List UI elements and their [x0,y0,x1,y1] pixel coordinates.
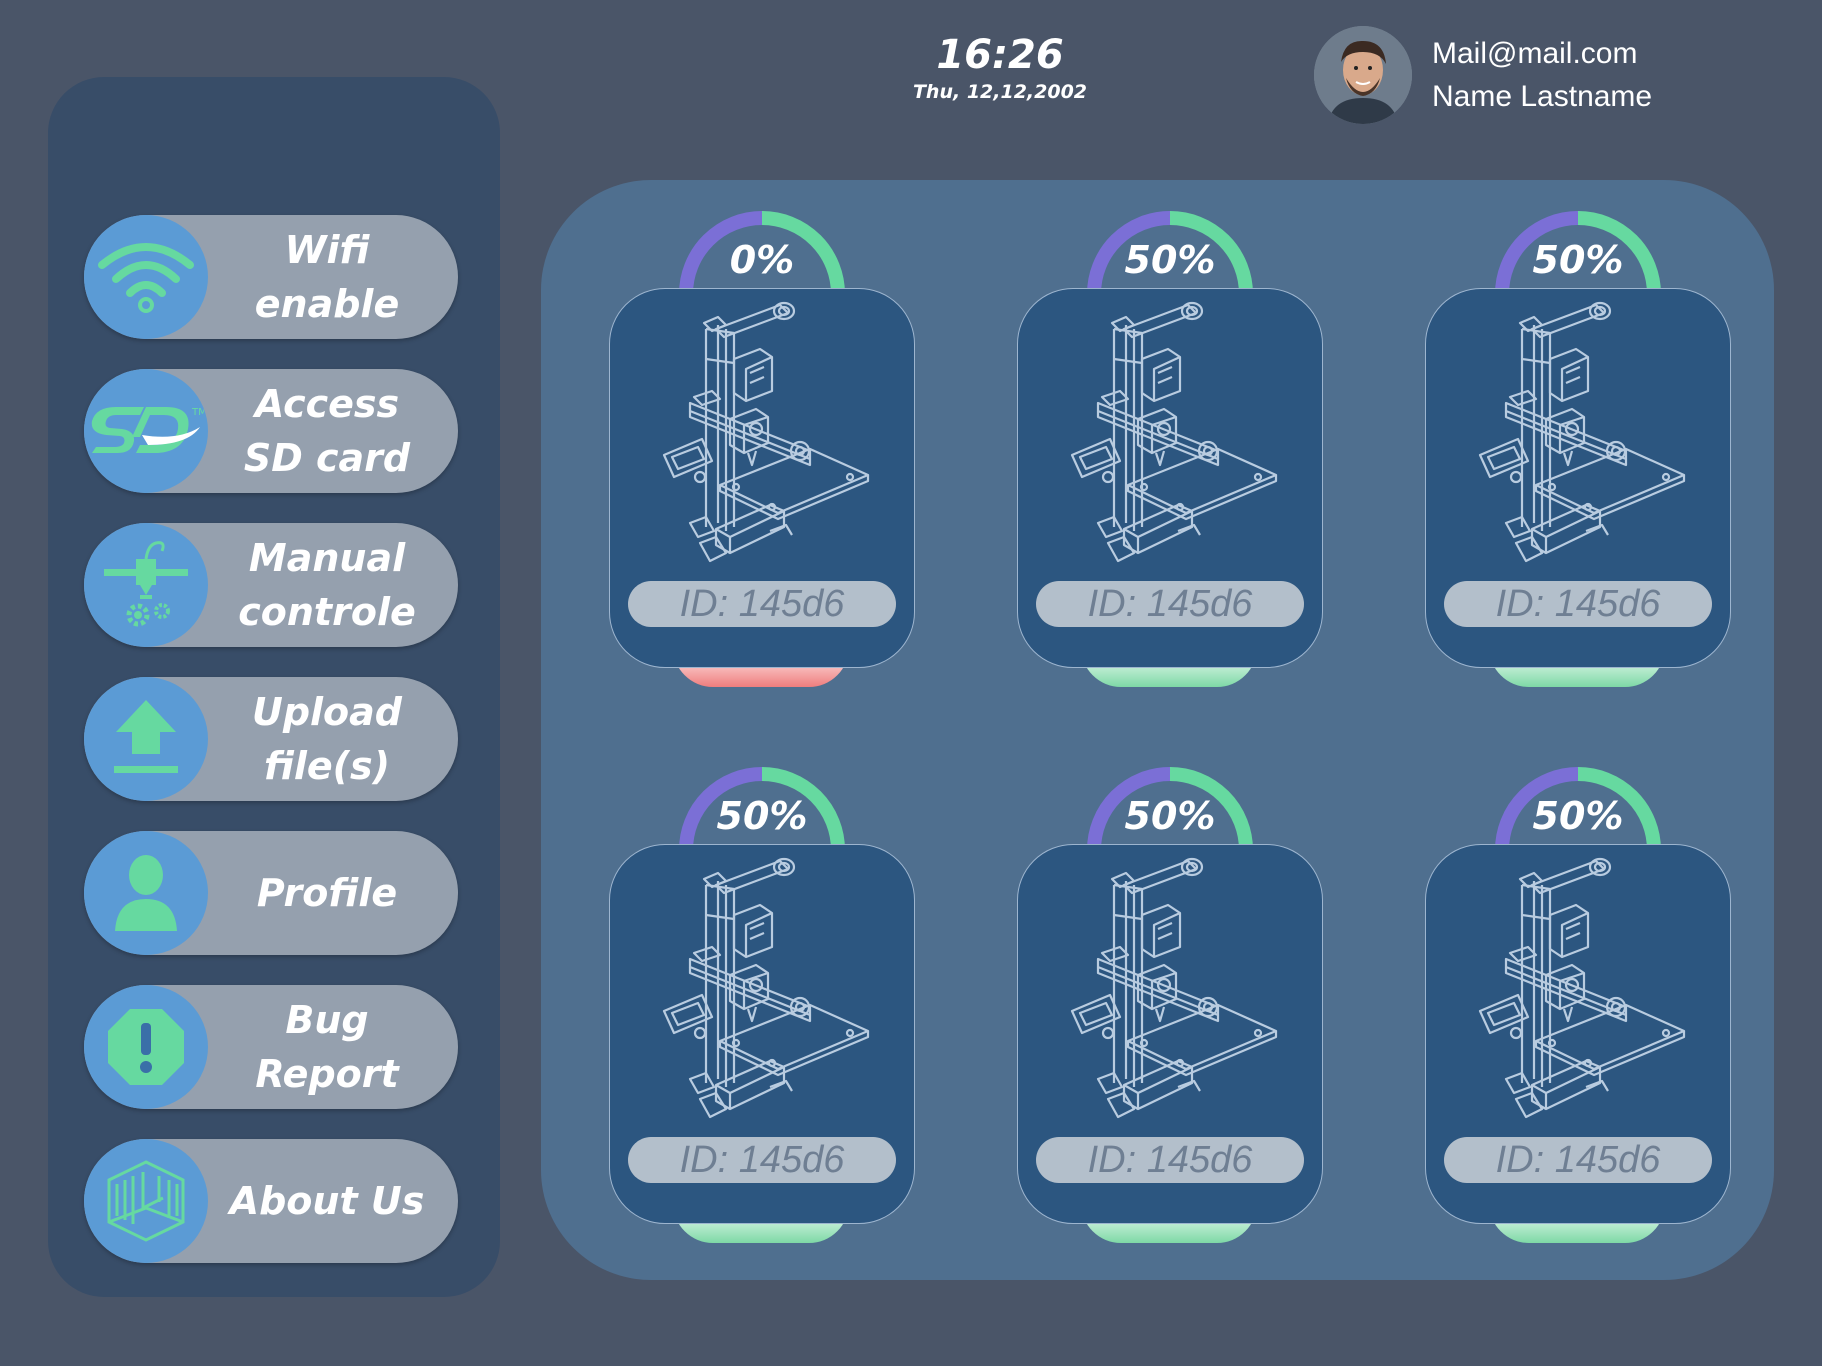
printer-card-5[interactable]: 50% ID: 145d6 [1017,766,1323,1266]
printer-id: ID: 145d6 [628,581,896,627]
clock-time: 16:26 [936,32,1064,78]
user-icon [84,831,208,955]
3d-printer-icon [1070,857,1278,1119]
nav-bug-report-button[interactable]: Bug Report [84,985,458,1109]
nav-label: Profile [256,871,398,915]
printer-grid-panel: 0% ID: 145d6 50% ID: 145d6 50% ID: 145d6… [541,180,1774,1280]
nav-wifi-enable-button[interactable]: Wifi enable [84,215,458,339]
avatar-photo-icon [1314,26,1412,124]
progress-percent: 50% [1532,238,1624,282]
nav-label: Bug Report [255,998,399,1096]
nav-access-sd-card-button[interactable]: TM Access SD card [84,369,458,493]
nav-label: Manual controle [238,536,416,634]
printer-card-1[interactable]: 0% ID: 145d6 [609,210,915,710]
printer-tile[interactable]: ID: 145d6 [1017,288,1323,668]
printer-id: ID: 145d6 [1444,1137,1712,1183]
nav-label: About Us [229,1179,425,1223]
sd-card-icon: TM [84,369,208,493]
nav-label: Access SD card [243,382,411,480]
printer-id: ID: 145d6 [1036,581,1304,627]
nav-profile-button[interactable]: Profile [84,831,458,955]
user-name: Name Lastname [1432,80,1653,113]
user-email: Mail@mail.com [1432,37,1638,70]
upload-icon [84,677,208,801]
3d-printer-icon [662,857,870,1119]
printer-tile[interactable]: ID: 145d6 [609,288,915,668]
svg-text:TM: TM [191,407,204,418]
clock: 16:26 Thu, 12,12,2002 [900,30,1100,104]
progress-percent: 0% [729,238,795,282]
progress-percent: 50% [1532,794,1624,838]
printer-tile[interactable]: ID: 145d6 [1425,288,1731,668]
printer-id: ID: 145d6 [1036,1137,1304,1183]
printer-tile[interactable]: ID: 145d6 [1017,844,1323,1224]
alert-octagon-icon [84,985,208,1109]
3d-printer-icon [1070,301,1278,563]
nav-upload-files-button[interactable]: Upload file(s) [84,677,458,801]
printer-card-3[interactable]: 50% ID: 145d6 [1425,210,1731,710]
progress-percent: 50% [1124,794,1216,838]
nav-manual-controle-button[interactable]: Manual controle [84,523,458,647]
clock-date: Thu, 12,12,2002 [912,81,1088,103]
user-info: Mail@mail.com Name Lastname [1432,32,1652,118]
printer-tile[interactable]: ID: 145d6 [1425,844,1731,1224]
progress-percent: 50% [716,794,808,838]
printer-id: ID: 145d6 [628,1137,896,1183]
progress-percent: 50% [1124,238,1216,282]
3d-printer-icon [1478,857,1686,1119]
avatar[interactable] [1314,26,1412,124]
cube-logo-icon [84,1139,208,1263]
printer-card-4[interactable]: 50% ID: 145d6 [609,766,915,1266]
printer-card-6[interactable]: 50% ID: 145d6 [1425,766,1731,1266]
nav-label: Upload file(s) [251,690,403,788]
nav-about-us-button[interactable]: About Us [84,1139,458,1263]
printer-id: ID: 145d6 [1444,581,1712,627]
nav-label: Wifi enable [254,228,400,326]
3d-printer-icon [1478,301,1686,563]
printer-tile[interactable]: ID: 145d6 [609,844,915,1224]
wifi-icon [84,215,208,339]
sidebar: Wifi enable TM Access SD card Manual con… [48,77,500,1297]
printer-card-2[interactable]: 50% ID: 145d6 [1017,210,1323,710]
user-profile[interactable]: Mail@mail.com Name Lastname [1314,26,1652,124]
3d-printer-icon [662,301,870,563]
extruder-gear-icon [84,523,208,647]
